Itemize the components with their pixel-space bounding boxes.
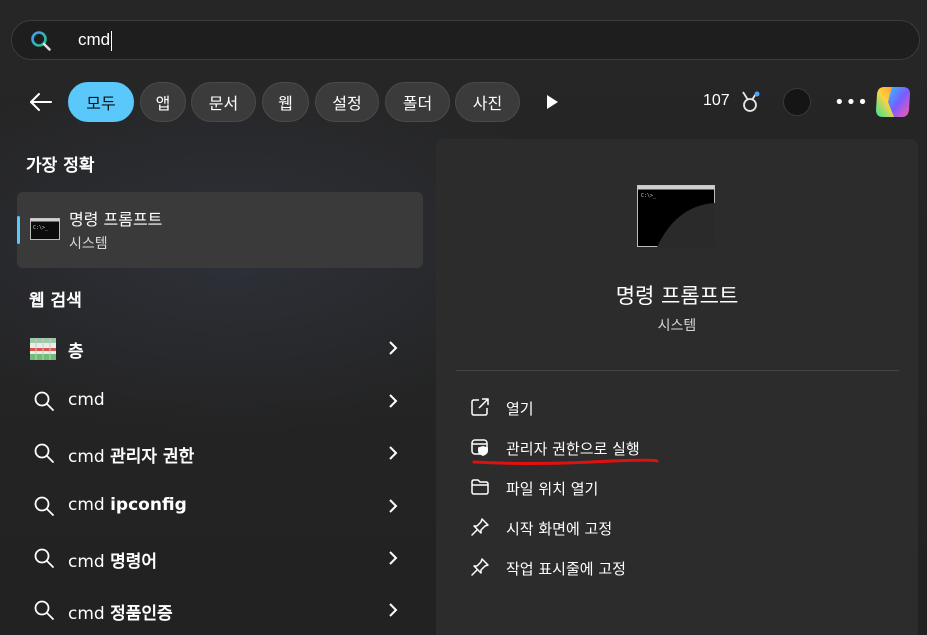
web-result-row[interactable]: cmd ipconfig — [17, 481, 423, 533]
action-open-label: 열기 — [506, 400, 534, 418]
divider — [456, 370, 899, 371]
search-icon — [34, 391, 54, 411]
search-icon — [34, 600, 54, 620]
action-pin-to-start[interactable]: 시작 화면에 고정 — [466, 509, 886, 545]
chevron-right-icon — [389, 394, 398, 408]
command-prompt-preview-icon: C:\>_ — [637, 185, 715, 247]
folder-icon — [471, 479, 489, 495]
chevron-right-icon — [389, 341, 398, 355]
details-subtitle: 시스템 — [657, 318, 697, 334]
svg-text:C:\>_: C:\>_ — [641, 193, 657, 199]
web-result-label: cmd 정품인증 — [68, 604, 173, 624]
back-arrow-icon[interactable] — [28, 89, 54, 115]
web-result-row[interactable]: 층 — [17, 323, 423, 375]
chevron-right-icon — [389, 499, 398, 513]
web-result-label: 층 — [68, 342, 84, 362]
web-result-row[interactable]: cmd — [17, 376, 423, 428]
action-pin-to-taskbar[interactable]: 작업 표시줄에 고정 — [466, 549, 886, 585]
chevron-right-icon — [389, 446, 398, 460]
web-result-row[interactable]: cmd 관리자 권한 — [17, 428, 423, 480]
more-options-icon[interactable]: ••• — [834, 92, 869, 113]
filter-toolbar: 모두 앱 문서 웹 설정 폴더 사진 107 ••• — [0, 80, 927, 124]
filter-chip-documents[interactable]: 문서 — [191, 82, 256, 122]
search-icon — [31, 31, 51, 51]
text-cursor — [111, 31, 112, 51]
command-prompt-app-icon: C:\>_ — [30, 218, 60, 240]
filter-chip-web[interactable]: 웹 — [262, 82, 309, 122]
filter-chip-settings[interactable]: 설정 — [315, 82, 379, 122]
details-title: 명령 프롬프트 — [615, 284, 739, 308]
open-external-icon — [471, 398, 489, 416]
search-icon — [34, 496, 54, 516]
copilot-icon[interactable] — [874, 84, 912, 120]
bing-thumbnail-icon — [30, 338, 56, 360]
action-open-file-location[interactable]: 파일 위치 열기 — [466, 469, 886, 505]
action-open-file-location-label: 파일 위치 열기 — [506, 480, 599, 498]
annotation-underline — [472, 458, 659, 465]
web-result-label: cmd 명령어 — [68, 552, 158, 572]
action-pin-to-start-label: 시작 화면에 고정 — [506, 520, 613, 538]
web-result-row[interactable]: cmd 명령어 — [17, 533, 423, 585]
filter-chip-photos[interactable]: 사진 — [455, 82, 520, 122]
filter-chip-apps[interactable]: 앱 — [140, 82, 186, 122]
web-search-heading: 웹 검색 — [29, 291, 82, 311]
search-box[interactable]: cmd — [11, 20, 920, 60]
search-icon — [34, 548, 54, 568]
avatar[interactable] — [783, 88, 811, 116]
details-panel: C:\>_ 명령 프롬프트 시스템 열기 관리자 권한으로 실행 파일 위치 열… — [436, 139, 918, 635]
web-result-label: cmd ipconfig — [68, 495, 187, 515]
pin-icon — [471, 558, 489, 576]
best-match-heading: 가장 정확 — [26, 156, 95, 176]
svg-text:C:\>_: C:\>_ — [33, 225, 49, 231]
best-match-result[interactable]: C:\>_ 명령 프롬프트 시스템 — [17, 192, 423, 268]
web-result-label: cmd — [68, 390, 105, 410]
rewards-points: 107 — [703, 92, 730, 109]
search-icon — [34, 443, 54, 463]
filter-chip-all[interactable]: 모두 — [68, 82, 134, 122]
pin-icon — [471, 518, 489, 536]
selection-indicator — [17, 216, 20, 244]
chevron-right-icon — [389, 551, 398, 565]
action-pin-to-taskbar-label: 작업 표시줄에 고정 — [506, 560, 626, 578]
rewards-medal-icon[interactable] — [739, 90, 761, 114]
more-filters-play-icon[interactable] — [544, 93, 560, 111]
best-match-title: 명령 프롬프트 — [69, 210, 163, 229]
filter-chip-folders[interactable]: 폴더 — [385, 82, 450, 122]
search-input[interactable]: cmd — [78, 30, 110, 50]
web-result-row[interactable]: cmd 정품인증 — [17, 585, 423, 635]
action-open[interactable]: 열기 — [466, 389, 886, 425]
chevron-right-icon — [389, 603, 398, 617]
best-match-subtitle: 시스템 — [69, 236, 108, 252]
web-result-label: cmd 관리자 권한 — [68, 447, 195, 467]
